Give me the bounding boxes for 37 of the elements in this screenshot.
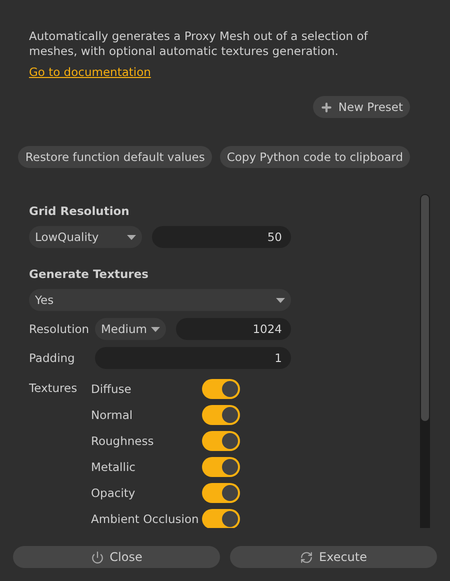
documentation-link[interactable]: Go to documentation xyxy=(29,65,151,79)
execute-button[interactable]: Execute xyxy=(230,546,437,568)
section-title: Generate Textures xyxy=(29,267,150,281)
power-icon xyxy=(90,550,104,564)
texture-toggle[interactable] xyxy=(202,483,240,503)
plus-icon xyxy=(320,100,334,114)
caret-icon xyxy=(127,234,136,240)
resolution-field[interactable]: 50 xyxy=(152,226,291,248)
new-preset-button[interactable]: New Preset xyxy=(313,96,410,118)
close-button[interactable]: Close xyxy=(13,546,220,568)
texture-label: Normal xyxy=(91,408,134,422)
scrollbar[interactable] xyxy=(420,194,430,528)
field-label: Padding xyxy=(29,351,76,365)
action-button[interactable]: Copy Python code to clipboard xyxy=(220,146,410,168)
resolution-dropdown[interactable]: Medium xyxy=(95,318,166,340)
caret-icon xyxy=(276,298,285,302)
texture-label: Metallic xyxy=(91,460,136,474)
texture-label: Roughness xyxy=(91,434,155,448)
quality-dropdown[interactable]: LowQuality xyxy=(29,226,142,248)
field-label: Textures xyxy=(29,380,78,397)
texture-label: Diffuse xyxy=(91,382,132,396)
field-label: Resolution xyxy=(29,322,90,336)
texture-label: Ambient Occlusion xyxy=(91,512,200,526)
texture-toggle[interactable] xyxy=(202,379,240,399)
caret-icon xyxy=(151,326,160,332)
texture-toggle[interactable] xyxy=(202,405,240,425)
texture-toggle[interactable] xyxy=(202,457,240,477)
texture-toggle[interactable] xyxy=(202,431,240,451)
action-button[interactable]: Restore function default values xyxy=(18,146,212,168)
padding-field[interactable]: 1 xyxy=(95,347,291,369)
section-title: Grid Resolution xyxy=(29,204,130,218)
refresh-icon xyxy=(300,550,313,564)
description-text: Automatically generates a Proxy Mesh out of a selection of meshes, with optional automatic textures generation. xyxy=(29,29,369,59)
generate-dropdown[interactable]: Yes xyxy=(29,289,291,311)
texture-label: Opacity xyxy=(91,486,136,500)
resolution-field[interactable]: 1024 xyxy=(176,318,291,340)
texture-toggle[interactable] xyxy=(202,509,240,528)
